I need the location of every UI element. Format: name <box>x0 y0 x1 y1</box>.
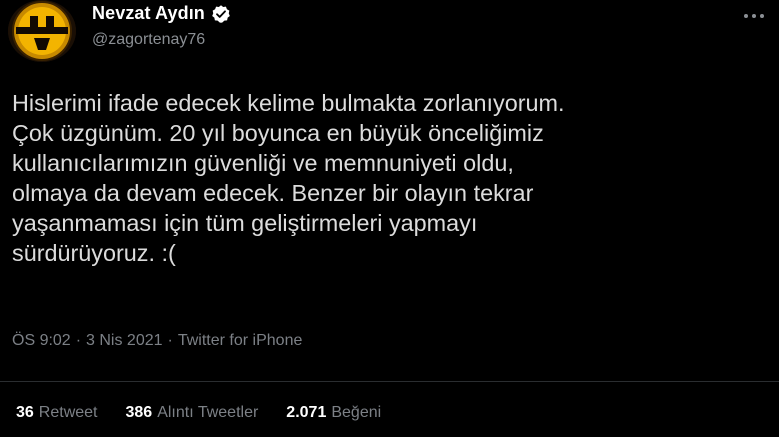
tweet-date[interactable]: 3 Nis 2021 <box>86 332 163 350</box>
avatar-image <box>8 0 76 62</box>
retweets-count: 36 <box>16 404 34 421</box>
retweets-stat[interactable]: 36 Retweet <box>16 404 98 422</box>
meta-separator: · <box>167 332 173 349</box>
author-display-name[interactable]: Nevzat Aydın <box>92 3 205 24</box>
tweet-meta: ÖS 9:02 · 3 Nis 2021 · Twitter for iPhon… <box>12 332 302 350</box>
quotes-label: Alıntı Tweetler <box>157 404 259 421</box>
tweet-time[interactable]: ÖS 9:02 <box>12 332 71 350</box>
retweets-label: Retweet <box>38 404 98 421</box>
tweet-stats: 36 Retweet 386 Alıntı Tweetler 2.071 Beğ… <box>16 404 409 422</box>
likes-count: 2.071 <box>286 404 327 421</box>
tweet-text: Hislerimi ifade edecek kelime bulmakta z… <box>12 90 565 266</box>
likes-label: Beğeni <box>331 404 382 421</box>
author-handle[interactable]: @zagortenay76 <box>92 31 205 49</box>
meta-separator: · <box>75 332 82 349</box>
avatar[interactable] <box>8 0 76 62</box>
quotes-stat[interactable]: 386 Alıntı Tweetler <box>126 404 259 422</box>
likes-stat[interactable]: 2.071 Beğeni <box>286 404 381 422</box>
verified-badge-icon <box>211 4 231 24</box>
divider <box>0 381 779 382</box>
tweet-source[interactable]: Twitter for iPhone <box>178 332 303 350</box>
tweet-container: Nevzat Aydın @zagortenay76 Hislerimi ifa… <box>0 0 779 437</box>
more-horizontal-icon[interactable] <box>743 4 765 27</box>
quotes-count: 386 <box>125 404 153 421</box>
author-name-row[interactable]: Nevzat Aydın <box>92 3 231 24</box>
